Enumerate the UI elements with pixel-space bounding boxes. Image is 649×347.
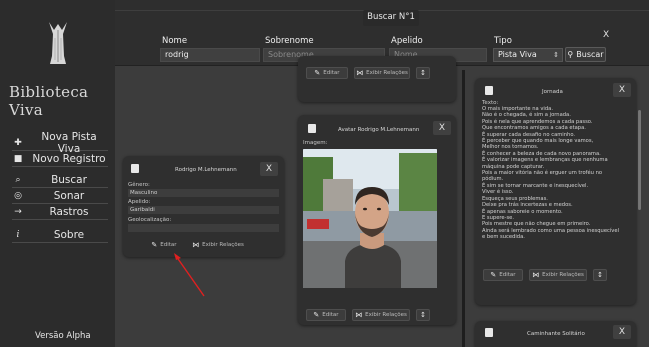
caminhante-card-close-button[interactable]: X [613,325,631,339]
nome-label: Nome [162,36,188,46]
nav-label: Sobre [53,229,85,241]
apelido-label: Apelido [391,36,423,46]
nav-sobre[interactable]: i Sobre [12,228,108,243]
image-label: Imagem: [303,140,328,146]
edit-button[interactable]: ✎ Editar [306,67,348,79]
nav-novo-registro[interactable]: ■ Novo Registro [12,152,108,167]
nickname-label: Apelido: [128,199,151,205]
updown-icon: ↕ [420,69,426,77]
nickname-value: Garibaldi [128,206,279,214]
search-close-button[interactable]: X [603,30,609,40]
relations-icon: ⋈ [532,271,540,279]
annotation-arrow-icon [174,253,205,297]
pencil-icon: ✎ [490,271,497,279]
person-card: Rodrigo M.Lehnemann X Gênero: Masculino … [123,156,284,257]
reorder-button[interactable]: ↕ [593,269,607,281]
relations-icon: ⋈ [355,311,363,319]
tracks-icon: → [14,207,22,217]
person-card-icon [131,164,139,173]
relations-icon: ⋈ [356,69,364,77]
nav-label: Rastros [49,206,89,218]
nav-sonar[interactable]: ◎ Sonar [12,189,108,204]
relations-label: Exibir Relações [202,242,244,248]
nome-input[interactable]: rodrig [160,48,260,62]
relations-label: Exibir Relações [365,312,407,318]
geolocation-label: Geolocalização: [128,217,172,223]
sonar-icon: ◎ [14,191,22,201]
results-scrollbar[interactable] [638,110,641,210]
sobrenome-label: Sobrenome [265,36,314,46]
person-card-close-button[interactable]: X [260,162,278,176]
nav-label: Buscar [51,174,87,186]
logo-icon [49,22,67,64]
pencil-icon: ✎ [313,311,320,319]
add-note-icon: ✚ [14,138,22,148]
caminhante-card: Caminhante Solitário X [475,321,636,347]
person-card-title: Rodrigo M.Lehnemann [175,167,237,173]
edit-label: Editar [499,272,516,278]
search-button[interactable]: ⚲ Buscar [565,47,606,62]
pencil-icon: ✎ [314,69,321,77]
info-icon: i [16,230,20,240]
column-divider [462,70,465,347]
nav-rastros[interactable]: → Rastros [12,205,108,220]
reorder-button[interactable]: ↕ [416,67,430,79]
relations-label: Exibir Relações [366,70,408,76]
tipo-label: Tipo [494,36,512,46]
relations-label: Exibir Relações [542,272,584,278]
edit-button[interactable]: ✎ Editar [306,309,346,321]
card-footer: ✎ Editar ⋈ Exibir Relações ↕ [306,308,452,322]
edit-label: Editar [322,312,339,318]
version-label: Versão Alpha [35,331,91,341]
jornada-card-close-button[interactable]: X [613,83,631,97]
relations-icon: ⋈ [192,241,200,249]
sidebar: Biblioteca Viva ✚ Nova Pista Viva ■ Novo… [0,0,115,347]
show-relations-button[interactable]: ⋈ Exibir Relações [529,269,587,281]
edit-button[interactable]: ✎ Editar [483,269,523,281]
brand-name: Biblioteca Viva [9,83,89,119]
search-panel-title: Buscar N°1 [363,10,419,26]
nav-nova-pista-viva[interactable]: ✚ Nova Pista Viva [12,131,108,155]
new-record-icon: ■ [13,154,23,164]
partial-card: ✎ Editar ⋈ Exibir Relações ↕ [298,56,456,102]
show-relations-button[interactable]: ⋈ Exibir Relações [352,309,410,321]
nav-label: Sonar [53,190,85,202]
avatar-card-icon [308,124,316,133]
edit-label: Editar [323,70,340,76]
card-footer: ✎ Editar ⋈ Exibir Relações ↕ [483,268,631,282]
avatar-card-close-button[interactable]: X [433,121,451,135]
nav-label: Novo Registro [32,153,106,165]
card-footer: ✎ Editar ⋈ Exibir Relações ↕ [306,66,452,80]
avatar-card-title: Avatar Rodrigo M.Lehnemann [338,127,420,133]
gender-value: Masculino [128,189,279,197]
caminhante-card-title: Caminhante Solitário [527,331,585,337]
jornada-text: O mais importante na vida. Não é o chega… [482,106,620,241]
updown-icon: ↕ [597,271,603,279]
jornada-card-icon [485,86,493,95]
gender-label: Gênero: [128,182,150,188]
nav-buscar[interactable]: ⌕ Buscar [12,173,108,188]
tipo-select[interactable]: Pista Viva ⇕ [493,48,563,62]
avatar-photo [303,149,437,288]
search-button-label: Buscar [576,50,604,59]
caminhante-card-icon [485,328,493,337]
edit-label: Editar [160,242,177,248]
search-icon: ⌕ [15,175,21,185]
updown-icon: ↕ [420,311,426,319]
chevron-updown-icon: ⇕ [553,51,559,59]
reorder-button[interactable]: ↕ [416,309,430,321]
tipo-select-value: Pista Viva [498,50,537,59]
show-relations-button[interactable]: ⋈ Exibir Relações [354,67,410,79]
search-icon: ⚲ [567,50,574,59]
pencil-icon: ✎ [151,241,158,249]
card-footer: ✎ Editar ⋈ Exibir Relações [145,238,285,252]
geolocation-value [128,224,279,232]
jornada-card-title: Jornada [542,89,563,95]
